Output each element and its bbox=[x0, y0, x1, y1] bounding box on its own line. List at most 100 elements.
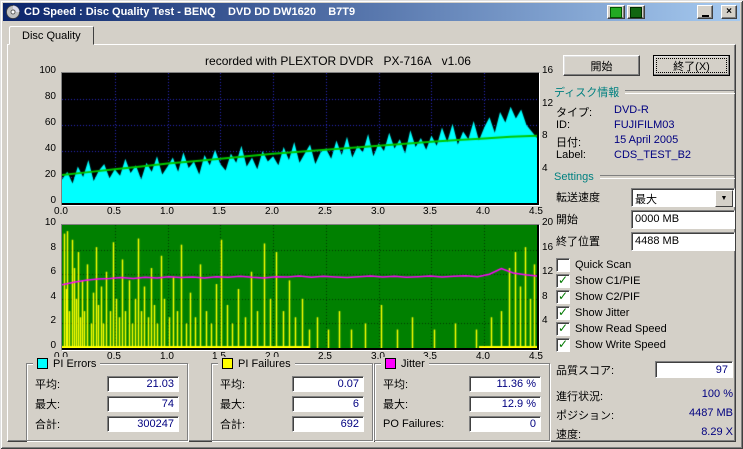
checkbox-box bbox=[556, 273, 570, 288]
speed-label: 速度: bbox=[556, 429, 582, 441]
checkbox-label: Show Write Speed bbox=[575, 339, 666, 351]
top-chart-x-axis: 0.0 0.5 1.0 1.5 2.0 2.5 3.0 3.5 4.0 4.5 bbox=[54, 206, 543, 219]
bottom-chart-left-axis: 10 8 6 4 2 0 bbox=[24, 218, 56, 351]
tick-label: 4.5 bbox=[529, 351, 543, 362]
speed-setting-row: 転送速度 最大 ▼ bbox=[556, 187, 735, 207]
tick-label: 2.0 bbox=[265, 206, 279, 217]
tick-label: 4 bbox=[50, 291, 56, 302]
app-window: CD Speed : Disc Quality Test - BENQ DVD … bbox=[0, 0, 743, 449]
tick-label: 2 bbox=[50, 315, 56, 326]
checkbox-box bbox=[556, 337, 570, 352]
start-position-row: 開始 0000 MB bbox=[556, 209, 735, 229]
tick-label: 0.5 bbox=[107, 351, 121, 362]
speed-select[interactable]: 最大 ▼ bbox=[631, 187, 735, 207]
tick-label: 10 bbox=[44, 217, 56, 228]
pi-errors-chart bbox=[61, 72, 540, 206]
tick-label: 20 bbox=[44, 169, 56, 180]
stat-label: 平均: bbox=[35, 379, 61, 391]
start-position-label: 開始 bbox=[556, 214, 578, 226]
tick-label: 2.5 bbox=[318, 206, 332, 217]
start-position-field[interactable]: 0000 MB bbox=[631, 209, 735, 229]
tick-label: 0.0 bbox=[54, 206, 68, 217]
position-row: ポジション: 4487 MB bbox=[556, 407, 733, 426]
window-title: CD Speed : Disc Quality Test - BENQ DVD … bbox=[24, 6, 356, 18]
tick-label: 4.0 bbox=[476, 351, 490, 362]
disc-label-label: Label: bbox=[556, 149, 586, 161]
dropdown-button[interactable]: ▼ bbox=[715, 189, 733, 207]
recorded-with-note: recorded with PLEXTOR DVDR PX-716A v1.06 bbox=[205, 54, 471, 68]
pi-errors-legend: PI Errors bbox=[33, 357, 101, 370]
settings-header-label: Settings bbox=[554, 171, 594, 183]
end-position-label: 終了位置 bbox=[556, 236, 600, 248]
checkbox-show-write-speed[interactable]: Show Write Speed bbox=[556, 337, 735, 353]
stat-row: 平均: 21.03 bbox=[35, 376, 179, 392]
quality-score-row: 品質スコア: 97 bbox=[556, 361, 733, 378]
tick-label: 12 bbox=[542, 266, 554, 277]
tab-disc-quality[interactable]: Disc Quality bbox=[9, 26, 94, 45]
checkbox-label: Quick Scan bbox=[575, 259, 632, 271]
titlebar-tool-button-1[interactable] bbox=[607, 5, 625, 19]
stat-value: 0 bbox=[469, 416, 541, 432]
stat-value: 21.03 bbox=[107, 376, 179, 392]
tick-label: 1.0 bbox=[160, 351, 174, 362]
tick-label: 40 bbox=[44, 143, 56, 154]
disc-info-row: 日付: 15 April 2005 bbox=[556, 134, 735, 149]
tick-label: 8 bbox=[50, 242, 56, 253]
checkbox-show-c2-pif[interactable]: Show C2/PIF bbox=[556, 289, 735, 305]
disc-info-header-label: ディスク情報 bbox=[554, 87, 620, 99]
stat-row: 合計: 300247 bbox=[35, 416, 179, 432]
stat-value: 300247 bbox=[107, 416, 179, 432]
top-chart-left-axis: 100 80 60 40 20 0 bbox=[24, 66, 56, 206]
pi-errors-swatch-icon bbox=[37, 358, 48, 369]
tick-label: 0 bbox=[50, 195, 56, 206]
disc-label-value: CDS_TEST_B2 bbox=[614, 149, 692, 161]
start-button[interactable]: 開始 bbox=[563, 55, 640, 76]
disc-info-row: タイプ: DVD-R bbox=[556, 104, 735, 119]
titlebar-spacer bbox=[647, 12, 695, 13]
disc-info-header: ディスク情報 bbox=[554, 84, 735, 100]
exit-button[interactable]: 終了(X) bbox=[653, 55, 730, 76]
titlebar[interactable]: CD Speed : Disc Quality Test - BENQ DVD … bbox=[3, 3, 740, 21]
checkbox-show-jitter[interactable]: Show Jitter bbox=[556, 305, 735, 321]
progress-label: 進行状況: bbox=[556, 391, 604, 403]
checkbox-label: Show C2/PIF bbox=[575, 291, 640, 303]
stat-label: PO Failures: bbox=[383, 418, 445, 430]
checkbox-show-read-speed[interactable]: Show Read Speed bbox=[556, 321, 735, 337]
tick-label: 100 bbox=[39, 65, 56, 76]
stat-row: 最大: 12.9 % bbox=[383, 396, 541, 412]
checkbox-box bbox=[556, 321, 570, 336]
checkbox-label: Show C1/PIE bbox=[575, 275, 641, 287]
stat-row: 最大: 74 bbox=[35, 396, 179, 412]
stat-label: 最大: bbox=[35, 399, 61, 411]
stat-value: 6 bbox=[292, 396, 364, 412]
end-position-field[interactable]: 4488 MB bbox=[631, 231, 735, 251]
chevron-down-icon: ▼ bbox=[720, 194, 728, 202]
tick-label: 2.5 bbox=[318, 351, 332, 362]
tick-label: 8 bbox=[542, 291, 548, 302]
speed-value: 8.29 X bbox=[701, 426, 733, 438]
speed-row: 速度: 8.29 X bbox=[556, 426, 733, 445]
titlebar-tool-button-2[interactable] bbox=[627, 5, 645, 19]
checkbox-show-c1-pie[interactable]: Show C1/PIE bbox=[556, 273, 735, 289]
disc-info-row: Label: CDS_TEST_B2 bbox=[556, 149, 735, 163]
stat-label: 最大: bbox=[220, 399, 246, 411]
pi-errors-legend-label: PI Errors bbox=[53, 357, 97, 370]
green-tool-icon bbox=[610, 6, 622, 18]
speed-setting-label: 転送速度 bbox=[556, 192, 600, 204]
stat-row: 最大: 6 bbox=[220, 396, 364, 412]
pi-failures-stats-group: PI Failures 平均: 0.07 最大: 6 合計: 692 bbox=[211, 357, 373, 441]
checkbox-quick-scan[interactable]: Quick Scan bbox=[556, 257, 735, 273]
minimize-button[interactable] bbox=[697, 5, 713, 19]
tick-label: 3.0 bbox=[371, 206, 385, 217]
stat-row: 平均: 0.07 bbox=[220, 376, 364, 392]
disc-type-label: タイプ: bbox=[556, 107, 593, 119]
stat-label: 合計: bbox=[220, 419, 246, 431]
dark-green-tool-icon bbox=[630, 6, 642, 18]
tick-label: 3.5 bbox=[423, 206, 437, 217]
pi-errors-chart-canvas bbox=[62, 73, 537, 203]
app-icon bbox=[6, 5, 20, 19]
tick-label: 16 bbox=[542, 242, 554, 253]
close-button[interactable]: × bbox=[721, 5, 737, 19]
titlebar-buttons: × bbox=[607, 5, 737, 19]
tick-label: 4.5 bbox=[529, 206, 543, 217]
